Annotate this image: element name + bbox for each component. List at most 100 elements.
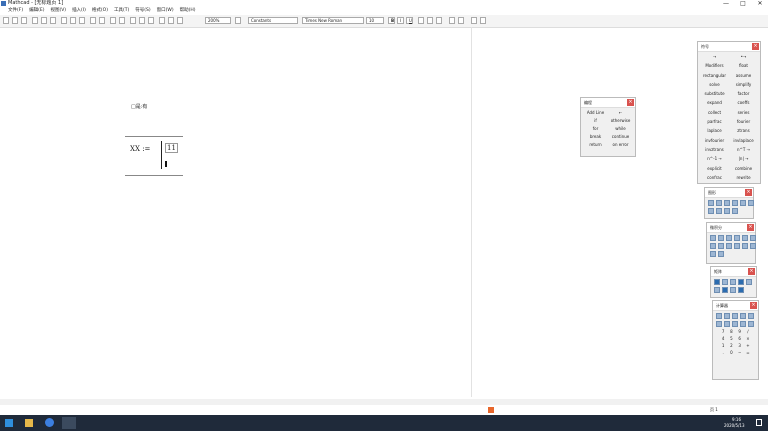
prog-for[interactable]: for	[583, 126, 608, 132]
contour-integral-icon[interactable]	[710, 251, 716, 257]
derivative-icon[interactable]	[710, 235, 716, 241]
sym-inverse[interactable]: n^-1 →	[700, 156, 729, 162]
subscript-icon[interactable]	[722, 279, 728, 285]
key-8[interactable]: 8	[727, 329, 735, 334]
nth-derivative-icon[interactable]	[718, 235, 724, 241]
sym-ztrans[interactable]: ztrans	[729, 128, 758, 134]
close-button[interactable]: ✕	[752, 0, 768, 7]
infinity-icon[interactable]	[726, 235, 732, 241]
sym-float[interactable]: float	[729, 63, 758, 69]
sym-coeffs[interactable]: coeffs	[729, 100, 758, 106]
sqrt-icon[interactable]	[740, 321, 746, 327]
help-icon[interactable]	[235, 17, 241, 24]
horizontal-scrollbar[interactable]	[0, 399, 768, 405]
column-icon[interactable]	[714, 287, 720, 293]
bold-button[interactable]: B	[388, 17, 395, 24]
align-left-icon[interactable]	[418, 17, 424, 24]
close-icon[interactable]: ×	[748, 268, 755, 275]
insert-matrix-icon[interactable]	[714, 279, 720, 285]
italic-button[interactable]: I	[397, 17, 404, 24]
insert-function-icon[interactable]	[130, 17, 136, 24]
key-0[interactable]: 0	[727, 350, 735, 355]
sym-factor[interactable]: factor	[729, 91, 758, 97]
sym-expand[interactable]: expand	[700, 100, 729, 106]
component-icon[interactable]	[177, 17, 183, 24]
paste-icon[interactable]	[79, 17, 85, 24]
sym-modifiers[interactable]: Modifiers	[700, 63, 729, 69]
menu-window[interactable]: 窗口(W)	[157, 7, 174, 15]
prog-continue[interactable]: continue	[608, 134, 633, 140]
redo-icon[interactable]	[99, 17, 105, 24]
right-limit-icon[interactable]	[742, 243, 748, 249]
xy-plot-icon[interactable]	[708, 200, 714, 206]
prog-otherwise[interactable]: otherwise	[608, 118, 633, 124]
product-icon[interactable]	[750, 235, 756, 241]
close-icon[interactable]: ×	[752, 43, 759, 50]
sym-combine[interactable]: combine	[729, 166, 758, 172]
sym-invfourier[interactable]: invfourier	[700, 138, 729, 144]
range-sum-icon[interactable]	[718, 243, 724, 249]
nth-root-icon[interactable]	[748, 321, 754, 327]
insert-matrix-icon[interactable]	[168, 17, 174, 24]
underline-button[interactable]: U	[406, 17, 413, 24]
dot-product-icon[interactable]	[738, 287, 744, 293]
sym-laplace[interactable]: laplace	[700, 128, 729, 134]
key-9[interactable]: 9	[736, 329, 744, 334]
range-variable-icon[interactable]	[730, 287, 736, 293]
sym-transpose[interactable]: n^T →	[729, 147, 758, 153]
sym-determinant[interactable]: |n| →	[729, 156, 758, 162]
prog-add-line[interactable]: Add Line	[583, 110, 608, 116]
menu-symbolics[interactable]: 符号(S)	[135, 7, 150, 15]
ime-icon[interactable]	[488, 407, 494, 413]
font-size-select[interactable]: 10	[366, 17, 384, 24]
scatter-3d-icon[interactable]	[740, 200, 746, 206]
surface-plot-icon[interactable]	[724, 200, 730, 206]
zoom-icon[interactable]	[724, 208, 730, 214]
tan-icon[interactable]	[732, 313, 738, 319]
log-icon[interactable]	[748, 313, 754, 319]
subscript-icon[interactable]	[471, 17, 477, 24]
prog-break[interactable]: break	[583, 134, 608, 140]
key-6[interactable]: 6	[736, 336, 744, 341]
key-equals[interactable]: =	[744, 350, 752, 355]
align-center-icon[interactable]	[427, 17, 433, 24]
factorial-icon[interactable]	[716, 321, 722, 327]
numbering-icon[interactable]	[458, 17, 464, 24]
plot-wizard-icon[interactable]	[716, 208, 722, 214]
menu-format[interactable]: 格式(O)	[92, 7, 108, 15]
vectorize-icon[interactable]	[746, 279, 752, 285]
sym-rewrite[interactable]: rewrite	[729, 175, 758, 181]
notification-icon[interactable]	[756, 419, 762, 426]
menu-help[interactable]: 帮助(H)	[180, 7, 196, 15]
file-explorer-icon[interactable]	[25, 419, 33, 427]
prog-return[interactable]: return	[583, 142, 608, 148]
close-icon[interactable]: ×	[750, 302, 757, 309]
key-3[interactable]: 3	[736, 343, 744, 348]
definite-integral-icon[interactable]	[734, 235, 740, 241]
minimize-button[interactable]: —	[718, 0, 734, 7]
sym-explicit[interactable]: explicit	[700, 166, 729, 172]
print-icon[interactable]	[32, 17, 38, 24]
key-2[interactable]: 2	[727, 343, 735, 348]
font-select[interactable]: Times New Roman	[302, 17, 364, 24]
sym-keyword-eval[interactable]: •→	[729, 54, 758, 60]
inverse-icon[interactable]	[730, 279, 736, 285]
key-plus[interactable]: +	[744, 343, 752, 348]
abs-icon[interactable]	[732, 321, 738, 327]
save-icon[interactable]	[21, 17, 27, 24]
ln-icon[interactable]	[740, 313, 746, 319]
sym-parfrac[interactable]: parfrac	[700, 119, 729, 125]
trace-icon[interactable]	[732, 208, 738, 214]
sym-rectangular[interactable]: rectangular	[700, 73, 729, 79]
align-down-icon[interactable]	[119, 17, 125, 24]
bullets-icon[interactable]	[449, 17, 455, 24]
menu-insert[interactable]: 插入(I)	[72, 7, 86, 15]
imaginary-icon[interactable]	[724, 321, 730, 327]
close-icon[interactable]: ×	[747, 224, 754, 231]
key-1[interactable]: 1	[719, 343, 727, 348]
menu-tools[interactable]: 工具(T)	[114, 7, 129, 15]
sym-collect[interactable]: collect	[700, 110, 729, 116]
style-select[interactable]: Constants	[248, 17, 298, 24]
sym-confrac[interactable]: confrac	[700, 175, 729, 181]
sym-solve[interactable]: solve	[700, 82, 729, 88]
